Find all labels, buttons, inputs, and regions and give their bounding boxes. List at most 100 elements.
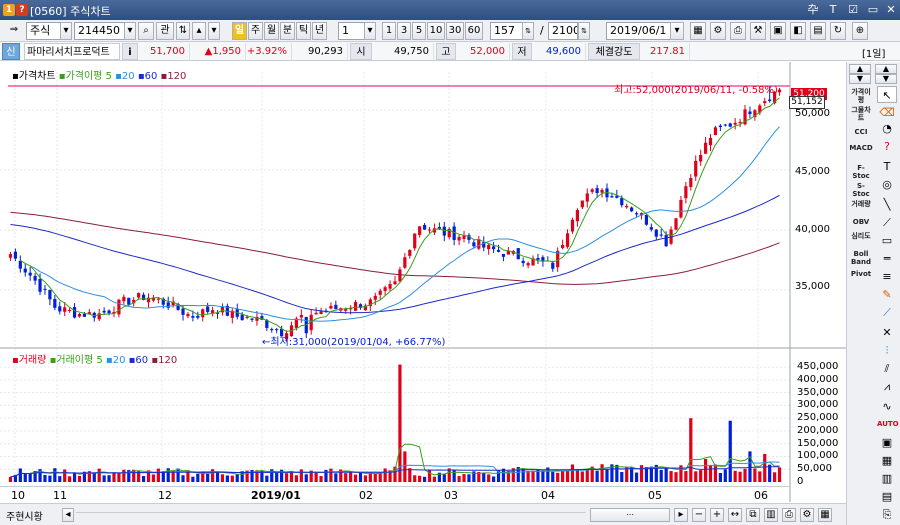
- indicator-price-ma[interactable]: 가격이평: [849, 88, 873, 104]
- cursor-tool-icon[interactable]: ↖: [877, 86, 897, 103]
- grid-icon[interactable]: ▦: [690, 22, 706, 40]
- bottom-tabs[interactable]: 주현시황: [6, 508, 43, 523]
- gann-tool-icon[interactable]: ✕: [877, 324, 897, 341]
- trend-tool-icon[interactable]: ⟋: [877, 214, 897, 231]
- date-input[interactable]: 2019/06/1: [606, 22, 674, 40]
- chevron-down-icon[interactable]: ▾: [60, 22, 72, 40]
- search-icon[interactable]: ⌕: [138, 22, 154, 40]
- plus-icon[interactable]: +: [710, 508, 724, 522]
- auto-tool-icon[interactable]: AUTO: [877, 416, 899, 433]
- unit-dropdown-icon[interactable]: ▾: [364, 22, 376, 40]
- tab-week[interactable]: 주: [248, 22, 263, 40]
- help-icon[interactable]: ?: [16, 4, 28, 16]
- tools-icon[interactable]: ⚒: [750, 22, 766, 40]
- line-tool-icon[interactable]: ╲: [877, 196, 897, 213]
- settings-bottom-icon[interactable]: ⚙: [800, 508, 814, 522]
- print-icon[interactable]: ⎙: [730, 22, 746, 40]
- preset-30[interactable]: 30: [446, 22, 464, 40]
- sidebar-up-icon[interactable]: ▲: [849, 64, 871, 74]
- spin-icon[interactable]: ⇅: [176, 22, 190, 40]
- help-tool-icon[interactable]: ?: [877, 138, 897, 155]
- tool-up-icon[interactable]: ▲: [875, 64, 897, 74]
- save-icon[interactable]: ▣: [770, 22, 786, 40]
- cycle-tool-icon[interactable]: ⫶: [877, 342, 897, 359]
- preset-60[interactable]: 60: [465, 22, 483, 40]
- copy-icon[interactable]: ⧉: [746, 508, 760, 522]
- unit-input[interactable]: 1: [338, 22, 366, 40]
- tab-day[interactable]: 일: [232, 22, 247, 40]
- indicator-slow-stoc[interactable]: S-Stoc: [849, 182, 873, 198]
- link-icon[interactable]: ⇒: [4, 22, 24, 40]
- export-tool-icon[interactable]: ⎘: [877, 506, 897, 523]
- magnet-tool-icon[interactable]: ◔: [877, 120, 897, 137]
- total-spinner[interactable]: ⇅: [578, 22, 590, 40]
- fan-tool-icon[interactable]: ⟋: [877, 304, 897, 321]
- bar-tool-icon[interactable]: ▥: [877, 470, 897, 487]
- layout-icon[interactable]: ▤: [810, 22, 826, 40]
- indicator-pivot[interactable]: Pivot: [849, 270, 873, 278]
- tab-month[interactable]: 월: [264, 22, 279, 40]
- prev-icon[interactable]: ▴: [192, 22, 206, 40]
- zoom-icon[interactable]: ⊕: [852, 22, 868, 40]
- close-icon[interactable]: ✕: [884, 3, 898, 17]
- chart-svg[interactable]: [0, 62, 846, 502]
- preset-5[interactable]: 5: [412, 22, 426, 40]
- tab-year[interactable]: 년: [312, 22, 327, 40]
- shape-tool-icon[interactable]: ◎: [877, 176, 897, 193]
- indicator-fast-stoc[interactable]: F-Stoc: [849, 164, 873, 180]
- scroll-track[interactable]: [76, 512, 586, 518]
- compare-tool-icon[interactable]: ▤: [877, 488, 897, 505]
- calendar-dropdown-icon[interactable]: ▾: [670, 22, 684, 40]
- eraser-tool-icon[interactable]: ⌫: [877, 104, 897, 121]
- info-button[interactable]: i: [122, 43, 138, 60]
- tab-tick[interactable]: 틱: [296, 22, 311, 40]
- arc-tool-icon[interactable]: ⩘: [877, 378, 897, 395]
- preset-1[interactable]: 1: [382, 22, 396, 40]
- chart-type-icon[interactable]: ◧: [790, 22, 806, 40]
- indicator-macd[interactable]: MACD: [849, 144, 873, 152]
- window-tool-icon[interactable]: ▣: [877, 434, 897, 451]
- preset-10[interactable]: 10: [427, 22, 445, 40]
- next-icon[interactable]: ▾: [208, 22, 220, 40]
- maximize-icon[interactable]: ▭: [866, 3, 880, 17]
- fibo-tool-icon[interactable]: ✎: [877, 286, 897, 303]
- refresh-icon[interactable]: ↻: [830, 22, 846, 40]
- indicator-bollinger[interactable]: Boll Band: [849, 250, 873, 266]
- fit-icon[interactable]: ↔: [728, 508, 742, 522]
- speed-tool-icon[interactable]: ⫽: [877, 360, 897, 377]
- restore-icon[interactable]: ☑: [846, 3, 860, 17]
- image-bottom-icon[interactable]: ▦: [818, 508, 832, 522]
- wave-tool-icon[interactable]: ∿: [877, 398, 897, 415]
- indicator-psychology[interactable]: 심리도: [849, 232, 873, 240]
- grid-tool-icon[interactable]: ▦: [877, 452, 897, 469]
- settings-icon[interactable]: ⚙: [710, 22, 726, 40]
- low-annotation: ←최저:31,000(2019/01/04, +66.77%): [262, 337, 446, 348]
- sidebar-down-icon[interactable]: ▼: [849, 74, 871, 84]
- scroll-thumb[interactable]: ⋯: [590, 508, 670, 522]
- candle-body: [703, 142, 708, 154]
- hline-tool-icon[interactable]: ═: [877, 250, 897, 267]
- zoom-out-icon[interactable]: ▸: [674, 508, 688, 522]
- rect-tool-icon[interactable]: ▭: [877, 232, 897, 249]
- related-button[interactable]: 관: [156, 22, 174, 40]
- indicator-volume[interactable]: 거래량: [849, 200, 873, 208]
- pin-icon[interactable]: 卆: [806, 3, 820, 17]
- tool-down-icon[interactable]: ▼: [875, 74, 897, 84]
- bars-shown-input[interactable]: 157: [490, 22, 526, 40]
- chart-area[interactable]: ▪가격차트 ▪가격이평 5 ▪20 ▪60 ▪120 ▪거래량 ▪거래이평 5 …: [0, 62, 846, 502]
- indicator-cci[interactable]: CCI: [849, 128, 873, 136]
- indicator-obv[interactable]: OBV: [849, 218, 873, 226]
- preset-3[interactable]: 3: [397, 22, 411, 40]
- font-icon[interactable]: T: [826, 3, 840, 17]
- print-bottom-icon[interactable]: ⎙: [782, 508, 796, 522]
- text-tool-icon[interactable]: T: [877, 158, 897, 175]
- bars-spinner[interactable]: ⇅: [522, 22, 534, 40]
- indicator-net-chart[interactable]: 그물차트: [849, 106, 873, 122]
- chart-view-icon[interactable]: ▥: [764, 508, 778, 522]
- code-dropdown-icon[interactable]: ▾: [124, 22, 136, 40]
- minus-icon[interactable]: −: [692, 508, 706, 522]
- volume-bar: [659, 469, 663, 482]
- channel-tool-icon[interactable]: ≡: [877, 268, 897, 285]
- scroll-left-icon[interactable]: ◂: [62, 508, 74, 522]
- tab-minute[interactable]: 분: [280, 22, 295, 40]
